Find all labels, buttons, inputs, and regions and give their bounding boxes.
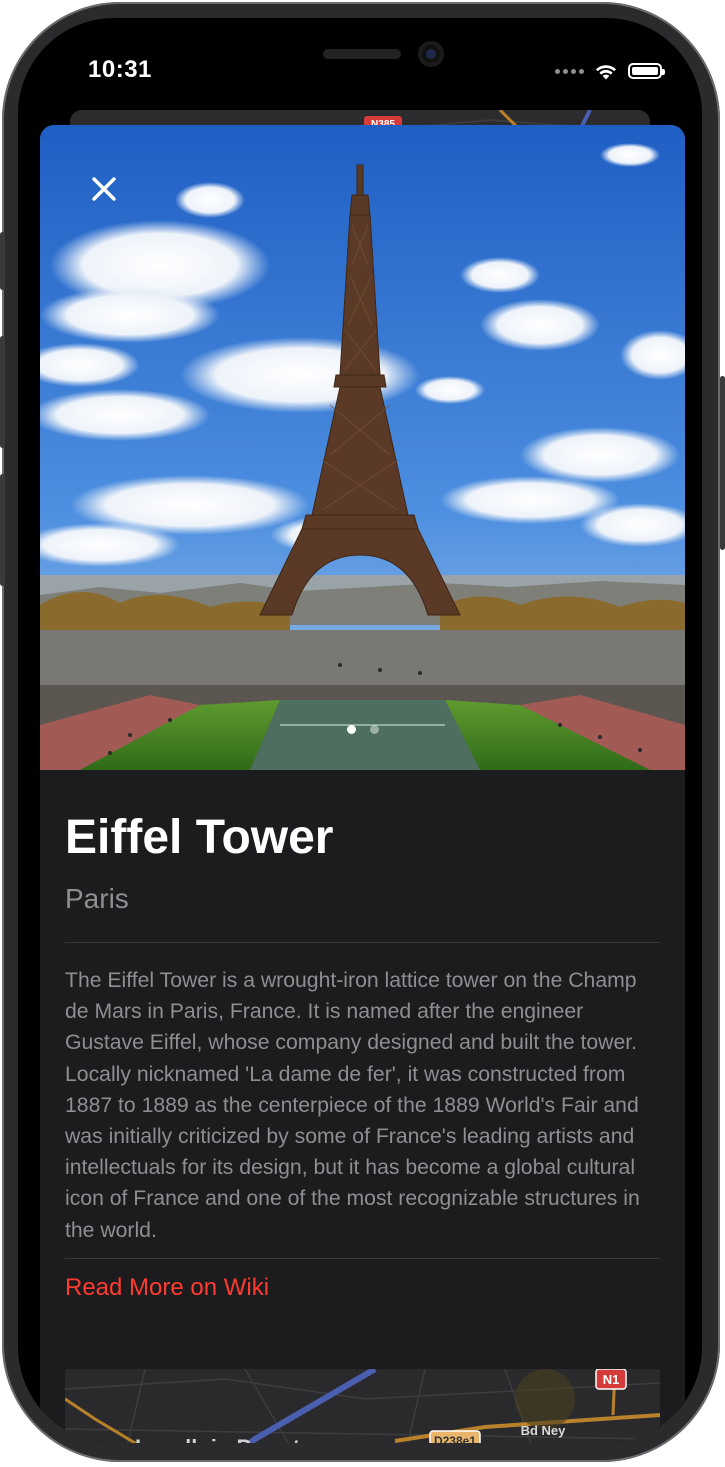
screen: 10:31 N385 [18, 18, 702, 1443]
landmark-description: The Eiffel Tower is a wrought-iron latti… [65, 969, 640, 1242]
earpiece-speaker [323, 49, 401, 59]
landmark-city: Paris [65, 883, 129, 914]
location-map[interactable]: N1 D238e1 Bd Ney Levallois-Perret [65, 1369, 660, 1443]
place-label: Levallois-Perret [135, 1435, 301, 1443]
detail-content: Eiffel Tower Paris The Eiffel Tower is a… [65, 770, 660, 1303]
page-dot-2[interactable] [369, 725, 379, 734]
eiffel-tower-photo [40, 125, 685, 770]
street-label: Bd Ney [521, 1423, 567, 1438]
wifi-icon [596, 65, 616, 80]
divider [65, 942, 660, 943]
map-view: N1 D238e1 Bd Ney Levallois-Perret [65, 1369, 660, 1443]
power-button [720, 376, 725, 550]
page-indicator[interactable] [40, 725, 685, 734]
read-more-wiki-link[interactable]: Read More on Wiki [65, 1273, 660, 1303]
landmark-title: Eiffel Tower [65, 811, 334, 864]
divider [65, 1257, 660, 1259]
volume-down-button [0, 474, 5, 586]
close-button[interactable] [88, 173, 120, 205]
road-badge-d238e1: D238e1 [434, 1434, 476, 1443]
status-time: 10:31 [88, 56, 152, 83]
status-icons [555, 62, 665, 80]
front-camera [418, 41, 444, 67]
mute-switch [0, 232, 5, 290]
cellular-signal-icon [555, 68, 584, 74]
battery-icon [628, 63, 665, 79]
volume-up-button [0, 336, 5, 448]
landmark-image-carousel[interactable] [40, 125, 685, 770]
page-dot-1[interactable] [346, 725, 356, 734]
road-badge-n1: N1 [603, 1372, 620, 1387]
close-icon [92, 177, 116, 201]
detail-sheet: Eiffel Tower Paris The Eiffel Tower is a… [40, 125, 685, 1443]
